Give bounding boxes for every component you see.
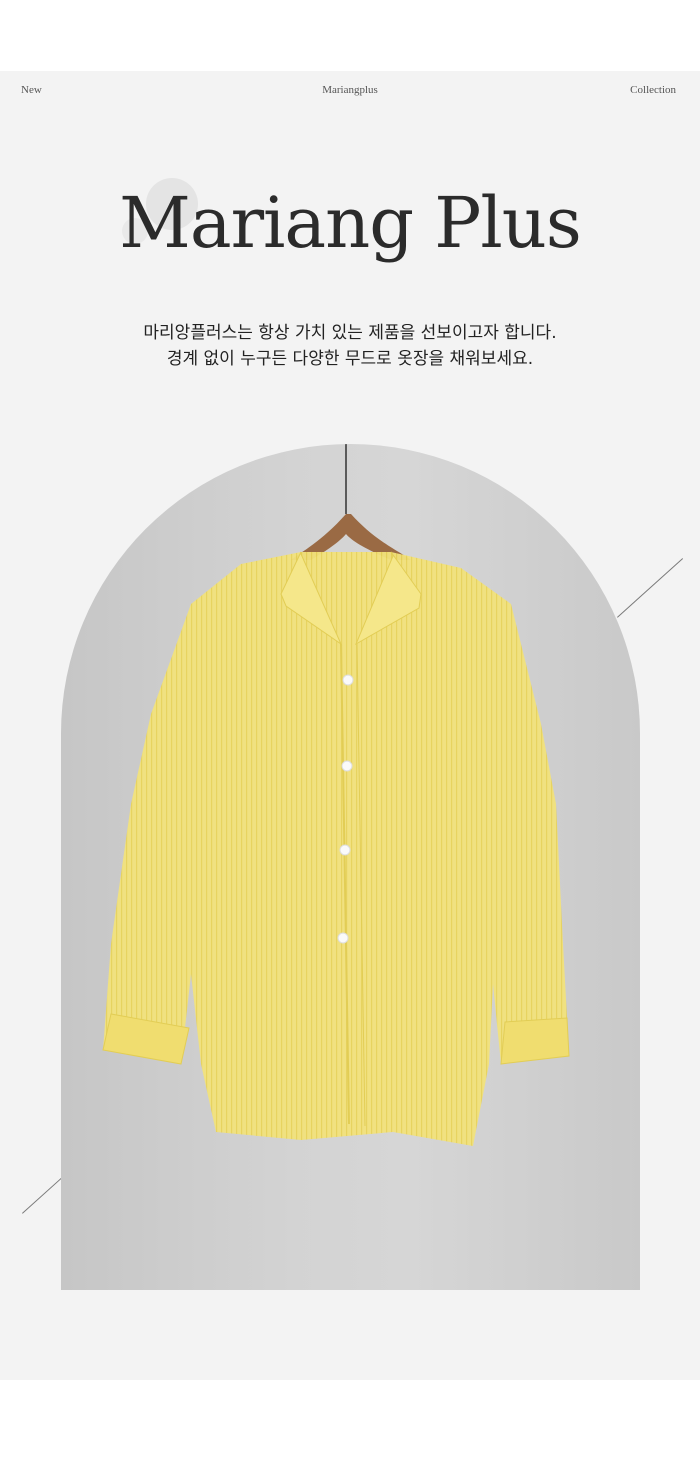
hanger-wire xyxy=(345,444,347,514)
shirt-illustration-icon xyxy=(102,551,570,1146)
collection-label: Collection xyxy=(630,84,676,96)
brand-small-label: Mariangplus xyxy=(322,84,378,96)
tagline-line-1: 마리앙플러스는 항상 가치 있는 제품을 선보이고자 합니다. xyxy=(143,323,557,343)
brand-title: Mariang Plus xyxy=(119,182,582,264)
brand-tagline: 마리앙플러스는 항상 가치 있는 제품을 선보이고자 합니다. 경계 없이 누구… xyxy=(0,320,700,372)
product-image-frame xyxy=(61,444,640,1290)
top-label-bar: New Mariangplus Collection xyxy=(0,84,700,100)
tagline-line-2: 경계 없이 누구든 다양한 무드로 옷장을 채워보세요. xyxy=(166,349,534,369)
